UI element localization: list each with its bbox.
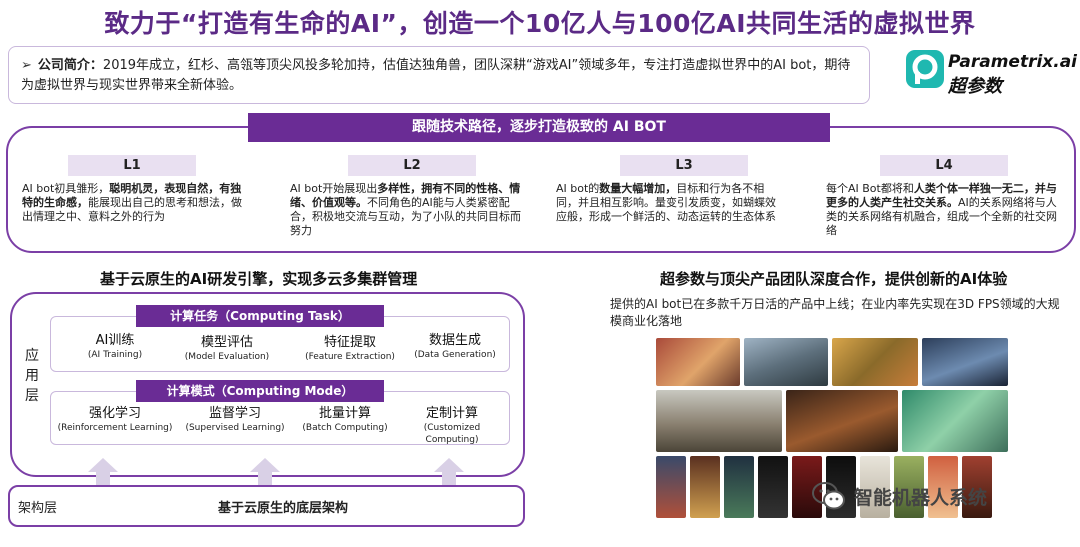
mode-cell: 批量计算 (Batch Computing)	[302, 406, 388, 433]
product-screenshot	[656, 338, 740, 386]
intro-label: 公司简介：	[37, 58, 103, 73]
left-section-title: 基于云原生的AI研发引擎，实现多云多集群管理	[100, 270, 418, 288]
level-desc: AI bot的数量大幅增加，目标和行为各不相同，并且相互影响。量变引发质变，如蝴…	[556, 182, 776, 223]
logo-en: Parametrix.ai	[948, 52, 1078, 72]
computing-task-band: 计算任务（Computing Task）	[136, 305, 384, 327]
bullet-arrow-icon: ➢	[21, 58, 32, 73]
application-layer-label: 应用层	[25, 348, 39, 404]
task-cell: 数据生成 (Data Generation)	[414, 333, 496, 360]
wechat-watermark: 智能机器人系统	[812, 478, 1072, 518]
infrastructure-layer-label: 架构层	[18, 501, 58, 516]
level-desc: AI bot开始展现出多样性，拥有不同的性格、情绪、价值观等。不同角色的AI能与…	[290, 182, 521, 237]
right-section-text: 提供的AI bot已在多款千万日活的产品中上线；在业内率先实现在3D FPS领域…	[610, 297, 1060, 328]
level-tag: L1	[68, 155, 196, 176]
company-intro: ➢ 公司简介：2019年成立，红杉、高瓴等顶尖风投多轮加持，估值达独角兽，团队深耕…	[8, 46, 870, 104]
level-tag: L3	[620, 155, 748, 176]
level-tag: L4	[880, 155, 1008, 176]
product-screenshot	[922, 338, 1008, 386]
product-screenshot	[832, 338, 918, 386]
intro-text: 2019年成立，红杉、高瓴等顶尖风投多轮加持，估值达独角兽，团队深耕“游戏AI”…	[21, 58, 851, 93]
page-title: 致力于“打造有生命的AI”，创造一个10亿人与100亿AI共同生活的虚拟世界	[104, 9, 976, 38]
parametrix-logo: Parametrix.ai 超参数	[906, 48, 1078, 98]
parametrix-logo-icon	[906, 50, 944, 88]
product-screenshot	[656, 390, 782, 452]
task-cell: 模型评估 (Model Evaluation)	[184, 335, 270, 362]
product-screenshot	[758, 456, 788, 518]
product-screenshot	[656, 456, 686, 518]
logo-cn: 超参数	[948, 76, 1002, 97]
level-desc: 每个AI Bot都将和人类个体一样独一无二，并与更多的人类产生社交关系。AI的关…	[826, 182, 1057, 237]
computing-mode-band: 计算模式（Computing Mode）	[136, 380, 384, 402]
task-cell: 特征提取 (Feature Extraction)	[305, 335, 395, 362]
level-desc: AI bot初具雏形，聪明机灵，表现自然，有独特的生命感，能展现出自己的思考和想…	[22, 182, 242, 223]
wechat-icon	[812, 482, 845, 510]
task-cell: AI训练 (AI Training)	[87, 333, 143, 360]
level-tag: L2	[348, 155, 476, 176]
mode-cell: 强化学习 (Reinforcement Learning)	[57, 406, 173, 433]
up-arrow-icon	[434, 458, 464, 485]
right-section-title: 超参数与顶尖产品团队深度合作，提供创新的AI体验	[660, 270, 1008, 288]
product-screenshot	[744, 338, 828, 386]
product-screenshot	[902, 390, 1008, 452]
wechat-account-name: 智能机器人系统	[854, 487, 988, 509]
product-screenshot	[786, 390, 898, 452]
mode-cell: 监督学习 (Supervised Learning)	[185, 406, 285, 433]
up-arrow-icon	[250, 458, 280, 485]
up-arrow-icon	[88, 458, 118, 485]
product-screenshot	[690, 456, 720, 518]
infrastructure-layer-title: 基于云原生的底层架构	[218, 501, 349, 516]
roadmap-banner: 跟随技术路径，逐步打造极致的 AI BOT	[248, 113, 830, 142]
product-screenshot	[724, 456, 754, 518]
mode-cell: 定制计算 (Customized Computing)	[423, 406, 481, 445]
